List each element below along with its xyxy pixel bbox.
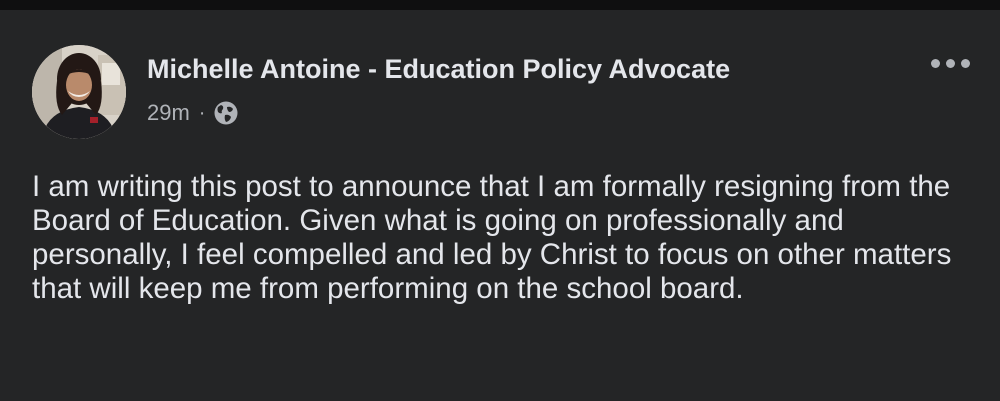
more-options-icon (960, 58, 970, 68)
post-meta: 29m · (147, 100, 239, 126)
avatar[interactable] (32, 45, 126, 139)
more-options-icon (945, 58, 955, 68)
top-divider (0, 0, 1000, 10)
more-options-button[interactable] (922, 50, 978, 76)
post-timestamp[interactable]: 29m (147, 100, 190, 126)
author-name[interactable]: Michelle Antoine - Education Policy Advo… (147, 54, 730, 85)
post-card: Michelle Antoine - Education Policy Advo… (0, 10, 1000, 401)
more-options-icon (930, 58, 940, 68)
globe-icon[interactable] (213, 100, 239, 126)
meta-separator: · (198, 101, 206, 124)
post-text: I am writing this post to announce that … (32, 170, 952, 305)
